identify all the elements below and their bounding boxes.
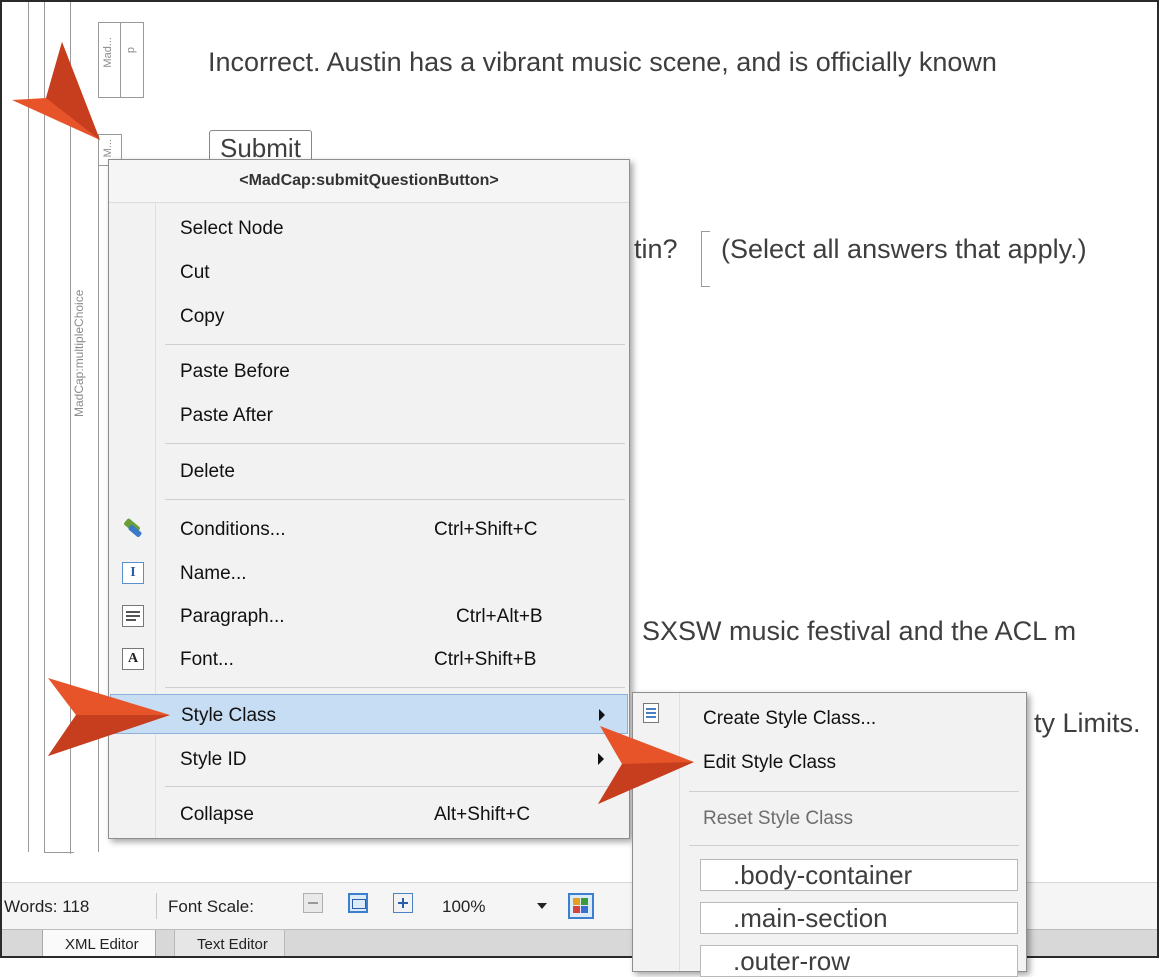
create-style-class-item[interactable]: Create Style Class...	[703, 708, 876, 730]
create-style-icon	[643, 703, 659, 723]
font-scale-label: Font Scale:	[168, 897, 254, 916]
paragraph-icon	[122, 605, 144, 627]
callout-arrow-icon	[48, 678, 170, 756]
menu-item-select-node[interactable]: Select Node	[110, 208, 628, 248]
menu-item-paste-before[interactable]: Paste Before	[110, 351, 628, 391]
scale-icon	[352, 899, 366, 909]
menu-header: <MadCap:submitQuestionButton>	[109, 160, 629, 203]
zoom-dropdown-icon[interactable]	[537, 903, 547, 909]
question-text-tail: tin?	[634, 234, 678, 264]
answer-text: SXSW music festival and the ACL m	[642, 616, 1077, 646]
increase-scale-button[interactable]	[393, 893, 413, 913]
tab-text-editor[interactable]: Text Editor	[174, 930, 285, 956]
word-count: Words: 118	[4, 897, 90, 916]
multiple-choice-bar-label[interactable]: MadCap:multipleChoice	[72, 217, 86, 417]
layout-grid-icon	[581, 906, 588, 913]
menu-item-style-class[interactable]: Style Class	[110, 694, 628, 734]
edit-style-class-item[interactable]: Edit Style Class	[703, 752, 836, 774]
menu-item-cut[interactable]: Cut	[110, 252, 628, 292]
reset-scale-button[interactable]	[348, 893, 368, 913]
menu-separator	[165, 443, 625, 444]
submenu-separator	[689, 791, 1019, 792]
menu-item-delete[interactable]: Delete	[110, 451, 628, 491]
plus-icon	[402, 898, 404, 908]
menu-item-style-id[interactable]: Style ID	[110, 739, 628, 779]
menu-item-paste-after[interactable]: Paste After	[110, 395, 628, 435]
menu-separator	[165, 344, 625, 345]
question-bracket	[701, 231, 710, 287]
name-field-icon: I	[122, 562, 144, 584]
callout-arrow-icon	[598, 726, 694, 804]
status-separator	[156, 893, 157, 919]
callout-arrow-icon	[12, 42, 100, 140]
answer-text-2: ty Limits.	[1034, 708, 1141, 738]
decrease-scale-button[interactable]	[303, 893, 323, 913]
minus-icon	[308, 902, 318, 904]
tab-xml-editor[interactable]: XML Editor	[42, 930, 156, 956]
menu-item-name[interactable]: I Name...	[110, 553, 628, 593]
menu-item-paragraph[interactable]: Paragraph... Ctrl+Alt+B	[110, 596, 628, 636]
select-hint-text: (Select all answers that apply.)	[721, 234, 1087, 264]
style-class-option[interactable]: .outer-row	[700, 945, 1018, 977]
reset-style-class-item: Reset Style Class	[703, 808, 853, 829]
conditions-tag-icon	[122, 517, 144, 540]
structure-bar-bottom	[44, 852, 74, 853]
submenu-arrow-icon	[599, 709, 605, 721]
submenu-separator	[689, 845, 1019, 846]
p-tag-bar[interactable]: p	[120, 22, 144, 98]
style-class-option[interactable]: .main-section	[700, 902, 1018, 934]
menu-item-copy[interactable]: Copy	[110, 296, 628, 336]
font-icon: A	[122, 648, 144, 670]
feedback-text: Incorrect. Austin has a vibrant music sc…	[208, 47, 997, 77]
menu-item-conditions[interactable]: Conditions... Ctrl+Shift+C	[110, 509, 628, 549]
layout-view-button[interactable]	[568, 893, 594, 919]
menu-separator	[165, 499, 625, 500]
menu-item-collapse[interactable]: Collapse Alt+Shift+C	[110, 794, 628, 834]
menu-item-font[interactable]: A Font... Ctrl+Shift+B	[110, 639, 628, 679]
menu-separator	[165, 786, 625, 787]
style-class-option[interactable]: .body-container	[700, 859, 1018, 891]
context-menu: <MadCap:submitQuestionButton> Select Nod…	[108, 159, 630, 839]
menu-separator	[165, 687, 625, 688]
zoom-value[interactable]: 100%	[442, 897, 485, 917]
